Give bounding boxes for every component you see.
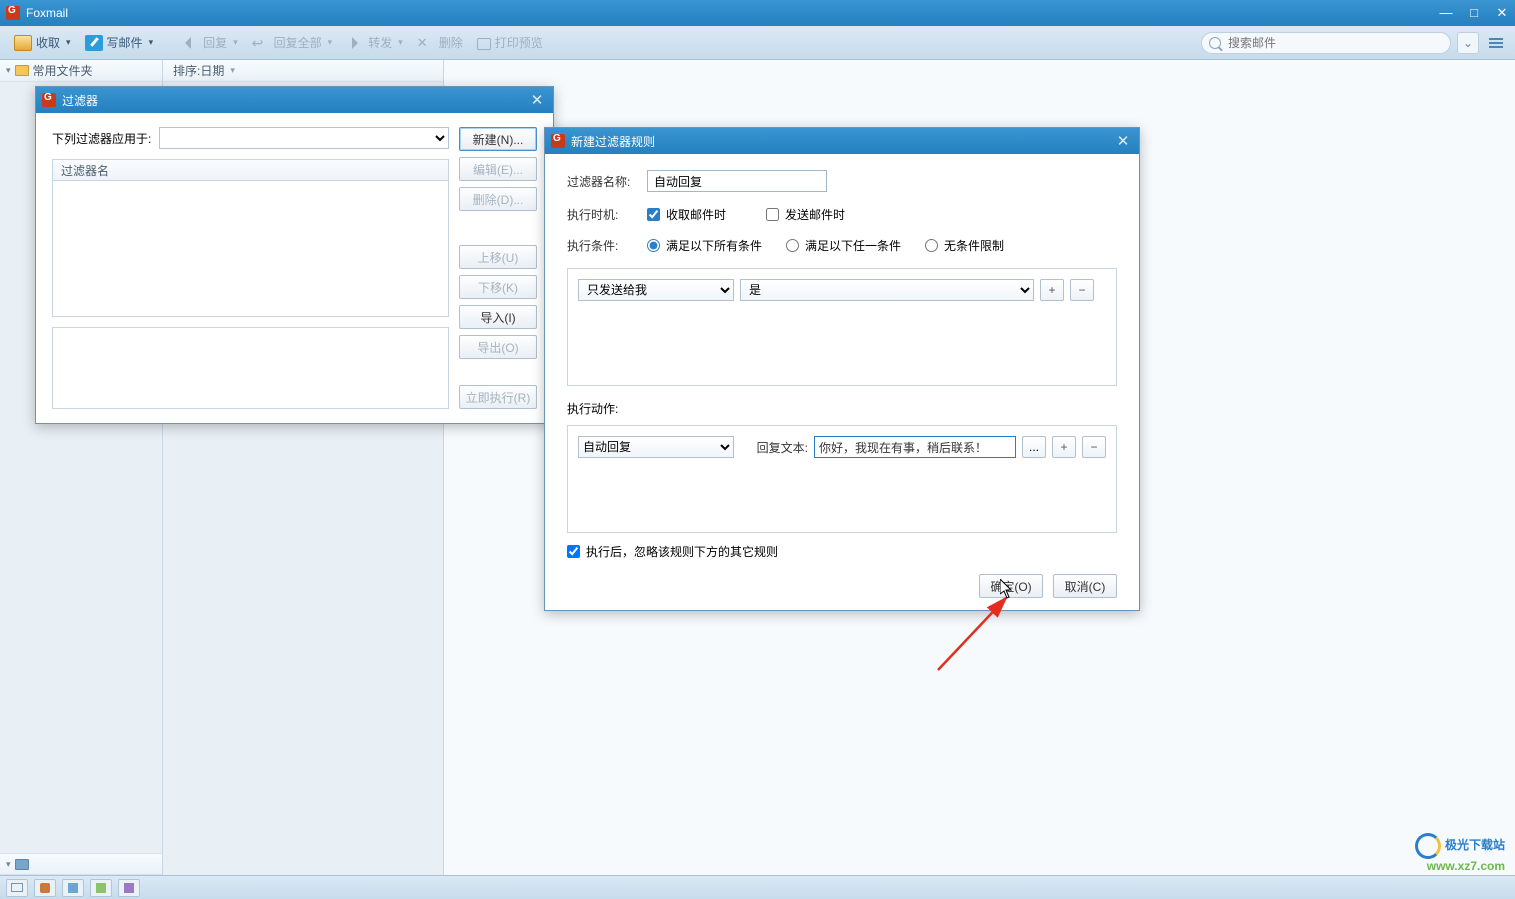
add-action-button[interactable]: + (1052, 436, 1076, 458)
reply-all-button[interactable]: 回复全部 ▾ (246, 31, 339, 54)
chevron-down-icon: ▾ (328, 37, 333, 48)
cond-op-select[interactable]: 是 (740, 279, 1034, 301)
chevron-down-icon: ▾ (149, 37, 154, 48)
delete-icon (417, 35, 435, 51)
cond-all-radio[interactable]: 满足以下所有条件 (647, 237, 762, 254)
filter-description (52, 327, 449, 409)
folder-icon (15, 65, 29, 76)
add-condition-button[interactable]: + (1040, 279, 1064, 301)
common-folder-row[interactable]: ▾ 常用文件夹 (0, 60, 162, 82)
timing-label: 执行时机: (567, 206, 647, 223)
import-button[interactable]: 导入(I) (459, 305, 537, 329)
status-icon-mail[interactable] (6, 879, 28, 897)
compose-button[interactable]: 写邮件 ▾ (79, 31, 160, 54)
main-toolbar: 收取 ▾ 写邮件 ▾ 回复 ▾ 回复全部 ▾ 转发 ▾ 删除 打印预览 ⌄ (0, 26, 1515, 60)
filter-name-input[interactable] (647, 170, 827, 192)
forward-button[interactable]: 转发 ▾ (340, 31, 409, 54)
titlebar: Foxmail — □ ✕ (0, 0, 1515, 26)
maximize-button[interactable]: □ (1467, 5, 1481, 21)
move-down-button[interactable]: 下移(K) (459, 275, 537, 299)
cond-field-select[interactable]: 只发送给我 (578, 279, 734, 301)
forward-icon (346, 35, 364, 51)
chevron-down-icon: ▾ (398, 37, 403, 48)
cancel-button[interactable]: 取消(C) (1053, 574, 1117, 598)
app-title: Foxmail (26, 6, 68, 20)
timing-receive-checkbox[interactable]: 收取邮件时 (647, 206, 726, 223)
close-button[interactable]: ✕ (1113, 132, 1133, 150)
window-controls: — □ ✕ (1439, 5, 1509, 21)
edit-button[interactable]: 编辑(E)... (459, 157, 537, 181)
delete-button[interactable]: 删除 (411, 31, 469, 54)
toolbar-right: ⌄ (1201, 32, 1507, 54)
move-up-button[interactable]: 上移(U) (459, 245, 537, 269)
export-button[interactable]: 导出(O) (459, 335, 537, 359)
action-select[interactable]: 自动回复 (578, 436, 734, 458)
reply-icon (181, 35, 199, 51)
sort-header[interactable]: 排序:日期 ▾ (163, 60, 443, 82)
cond-none-radio[interactable]: 无条件限制 (925, 237, 1004, 254)
filter-dialog-titlebar: 过滤器 ✕ (36, 87, 553, 113)
filter-list[interactable] (52, 181, 449, 317)
ok-button[interactable]: 确定(O) (979, 574, 1043, 598)
rule-dialog-titlebar: 新建过滤器规则 ✕ (545, 128, 1139, 154)
statusbar (0, 875, 1515, 899)
apply-select[interactable] (159, 127, 449, 149)
search-options-button[interactable]: ⌄ (1457, 32, 1479, 54)
reply-text-input[interactable] (814, 436, 1016, 458)
action-row: 自动回复 回复文本: ... + − (578, 436, 1106, 458)
collapse-icon: ▾ (6, 859, 11, 870)
apply-label: 下列过滤器应用于: (52, 130, 151, 147)
run-now-button[interactable]: 立即执行(R) (459, 385, 537, 409)
timing-send-checkbox[interactable]: 发送邮件时 (766, 206, 845, 223)
condition-label: 执行条件: (567, 237, 647, 254)
search-icon (1209, 37, 1221, 49)
search-input[interactable] (1201, 32, 1451, 54)
collapse-row[interactable]: ▾ (0, 853, 162, 875)
logo-icon (1415, 833, 1441, 859)
foxmail-icon (551, 134, 565, 148)
filter-dialog: 过滤器 ✕ 下列过滤器应用于: 过滤器名 新建(N)... 编辑(E)... 删… (35, 86, 554, 424)
reply-text-label: 回复文本: (757, 439, 808, 456)
foxmail-icon (6, 6, 20, 20)
delete-button[interactable]: 删除(D)... (459, 187, 537, 211)
status-icon-rss[interactable] (118, 879, 140, 897)
foxmail-icon (42, 93, 56, 107)
dialog-footer: 确定(O) 取消(C) (567, 568, 1117, 598)
reply-button[interactable]: 回复 ▾ (175, 31, 244, 54)
action-label: 执行动作: (567, 400, 1117, 417)
print-preview-button[interactable]: 打印预览 (471, 31, 549, 54)
search-wrap (1201, 32, 1451, 54)
chevron-down-icon: ▾ (230, 65, 235, 76)
remove-action-button[interactable]: − (1082, 436, 1106, 458)
skip-checkbox[interactable]: 执行后，忽略该规则下方的其它规则 (567, 543, 1117, 560)
print-icon (477, 38, 491, 50)
chevron-down-icon: ⌄ (1463, 36, 1473, 50)
folder-icon (15, 859, 29, 870)
status-icon-calendar[interactable] (62, 879, 84, 897)
compose-icon (85, 35, 103, 51)
reply-all-icon (252, 35, 270, 51)
collapse-icon: ▾ (6, 65, 11, 76)
name-label: 过滤器名称: (567, 173, 647, 190)
status-icon-contact[interactable] (34, 879, 56, 897)
watermark: 极光下载站 www.xz7.com (1415, 833, 1505, 873)
condition-row: 只发送给我 是 + − (578, 279, 1106, 301)
rule-dialog: 新建过滤器规则 ✕ 过滤器名称: 执行时机: 收取邮件时 发送邮件时 执行条件:… (544, 127, 1140, 611)
close-button[interactable]: ✕ (527, 91, 547, 109)
status-icon-note[interactable] (90, 879, 112, 897)
remove-condition-button[interactable]: − (1070, 279, 1094, 301)
chevron-down-icon: ▾ (233, 37, 238, 48)
ellipsis-button[interactable]: ... (1022, 436, 1046, 458)
conditions-box: 只发送给我 是 + − (567, 268, 1117, 386)
menu-button[interactable] (1485, 32, 1507, 54)
chevron-down-icon: ▾ (66, 37, 71, 48)
close-button[interactable]: ✕ (1495, 5, 1509, 21)
inbox-icon (14, 35, 32, 51)
cond-any-radio[interactable]: 满足以下任一条件 (786, 237, 901, 254)
minimize-button[interactable]: — (1439, 5, 1453, 21)
actions-box: 自动回复 回复文本: ... + − (567, 425, 1117, 533)
filter-list-header: 过滤器名 (52, 159, 449, 181)
new-button[interactable]: 新建(N)... (459, 127, 537, 151)
receive-button[interactable]: 收取 ▾ (8, 31, 77, 54)
